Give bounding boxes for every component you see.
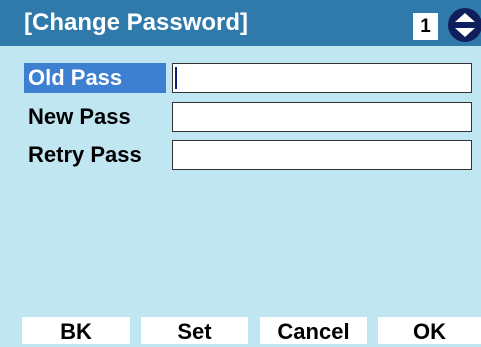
old-pass-label[interactable]: Old Pass	[24, 63, 166, 93]
page-indicator: 1	[413, 13, 438, 40]
title-bar: [Change Password] 1	[0, 0, 481, 46]
old-pass-input[interactable]	[172, 63, 472, 93]
set-softkey[interactable]: Set	[141, 317, 248, 344]
softkey-bar: BK Set Cancel OK	[0, 317, 481, 344]
retry-pass-label[interactable]: Retry Pass	[24, 140, 166, 170]
up-down-arrows-icon[interactable]	[448, 8, 481, 42]
text-cursor	[175, 67, 177, 89]
new-pass-label[interactable]: New Pass	[24, 102, 166, 132]
new-pass-input[interactable]	[172, 102, 472, 132]
screen-title: [Change Password]	[24, 9, 249, 36]
retry-pass-input[interactable]	[172, 140, 472, 170]
ok-softkey[interactable]: OK	[378, 317, 481, 344]
cancel-softkey[interactable]: Cancel	[260, 317, 367, 344]
bk-softkey[interactable]: BK	[22, 317, 130, 344]
